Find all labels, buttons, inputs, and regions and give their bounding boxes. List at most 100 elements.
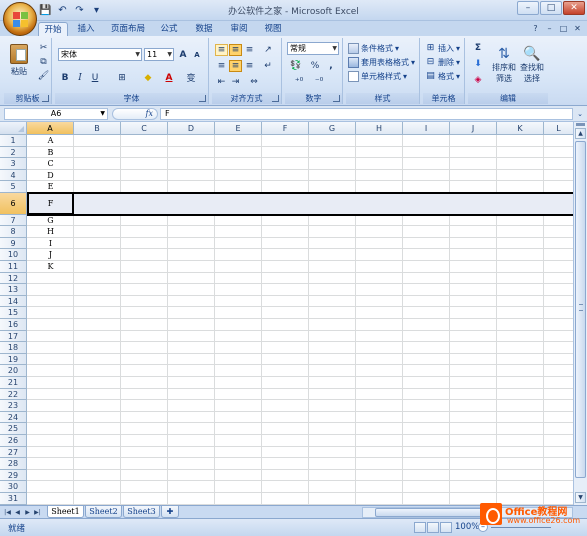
first-sheet-icon[interactable]: |◀ [3, 507, 12, 518]
minimize-button[interactable]: – [517, 1, 539, 15]
cell-a11[interactable]: K [27, 261, 74, 273]
help-icon[interactable]: ? [530, 23, 541, 34]
active-cell[interactable] [27, 192, 74, 215]
wrap-text-icon[interactable]: ↵ [259, 60, 277, 72]
row-header-11[interactable]: 11 [0, 261, 27, 273]
column-header-d[interactable]: D [168, 122, 215, 135]
tab-page-layout[interactable]: 页面布局 [107, 22, 149, 36]
fx-icon[interactable]: fx [146, 109, 153, 119]
cut-icon[interactable]: ✂ [38, 42, 49, 53]
currency-icon[interactable]: 💱 [287, 60, 305, 72]
cell-a7[interactable]: G [27, 215, 74, 227]
row-header-21[interactable]: 21 [0, 377, 27, 389]
cell-a3[interactable]: C [27, 158, 74, 170]
row-header-20[interactable]: 20 [0, 365, 27, 377]
font-color-button[interactable]: A [161, 71, 177, 84]
copy-icon[interactable]: ⧉ [38, 56, 49, 67]
page-layout-view-icon[interactable] [427, 522, 439, 533]
align-bottom-icon[interactable]: ≡ [243, 44, 256, 56]
clear-icon[interactable]: ◈ [470, 74, 486, 86]
column-header-i[interactable]: I [403, 122, 450, 135]
font-size-select[interactable]: 11 ▼ [144, 48, 174, 61]
sheet-tab-2[interactable]: Sheet2 [85, 506, 122, 518]
column-header-k[interactable]: K [497, 122, 544, 135]
row-header-2[interactable]: 2 [0, 146, 27, 159]
row-header-16[interactable]: 16 [0, 319, 27, 331]
tab-data[interactable]: 数据 [190, 22, 218, 36]
fill-icon[interactable]: ⬇ [470, 58, 486, 70]
autosum-button[interactable]: Σ [470, 42, 486, 54]
doc-minimize-icon[interactable]: – [544, 23, 555, 34]
formula-input[interactable]: F [160, 108, 573, 120]
row-header-27[interactable]: 27 [0, 446, 27, 459]
row-header-10[interactable]: 10 [0, 249, 27, 261]
column-header-f[interactable]: F [262, 122, 309, 135]
align-middle-icon[interactable]: ≡ [229, 44, 242, 56]
orientation-icon[interactable]: ↗ [259, 44, 277, 56]
conditional-format-button[interactable]: 条件格式 ▾ [348, 42, 399, 55]
increase-indent-icon[interactable]: ⇥ [229, 76, 242, 88]
cell-a10[interactable]: J [27, 249, 74, 261]
tab-home[interactable]: 开始 [38, 22, 68, 36]
tab-review[interactable]: 审阅 [225, 22, 253, 36]
zoom-level[interactable]: 100% [455, 522, 479, 532]
next-sheet-icon[interactable]: ▶ [23, 507, 32, 518]
sheet-tab-3[interactable]: Sheet3 [123, 506, 160, 518]
row-header-26[interactable]: 26 [0, 435, 27, 447]
doc-restore-icon[interactable]: □ [558, 23, 569, 34]
tab-view[interactable]: 视图 [259, 22, 287, 36]
sheet-tab-1[interactable]: Sheet1 [47, 506, 84, 518]
delete-cells-button[interactable]: ⊟ 删除 ▾ [425, 56, 460, 69]
row-header-18[interactable]: 18 [0, 342, 27, 354]
horizontal-scroll-thumb[interactable] [375, 508, 495, 517]
row-header-24[interactable]: 24 [0, 411, 27, 424]
doc-close-icon[interactable]: ✕ [572, 23, 583, 34]
cell-a8[interactable]: H [27, 226, 74, 238]
percent-button[interactable]: % [309, 60, 321, 72]
increase-decimal-icon[interactable]: ⁺⁰ [291, 76, 307, 88]
row-header-3[interactable]: 3 [0, 158, 27, 170]
shrink-font-button[interactable]: A [191, 48, 203, 61]
merge-center-icon[interactable]: ⇔ [243, 76, 265, 88]
office-button[interactable] [3, 2, 37, 36]
borders-icon[interactable]: ⊞ [113, 71, 131, 84]
grow-font-button[interactable]: A [177, 48, 189, 61]
column-header-g[interactable]: G [309, 122, 356, 135]
vertical-scrollbar[interactable]: ▲ ▼ [573, 122, 587, 505]
number-format-select[interactable]: 常规 ▼ [287, 42, 339, 55]
column-header-h[interactable]: H [356, 122, 403, 135]
column-header-b[interactable]: B [74, 122, 121, 135]
format-as-table-button[interactable]: 套用表格格式 ▾ [348, 56, 415, 69]
column-header-e[interactable]: E [215, 122, 262, 135]
row-header-6[interactable]: 6 [0, 193, 27, 215]
row-header-7[interactable]: 7 [0, 214, 27, 227]
column-header-a[interactable]: A [27, 122, 74, 135]
column-header-c[interactable]: C [121, 122, 168, 135]
row-header-4[interactable]: 4 [0, 169, 27, 182]
row-header-22[interactable]: 22 [0, 388, 27, 401]
column-header-l[interactable]: L [544, 122, 573, 135]
row-header-28[interactable]: 28 [0, 458, 27, 470]
row-header-25[interactable]: 25 [0, 423, 27, 435]
align-top-icon[interactable]: ≡ [215, 44, 228, 56]
cell-styles-button[interactable]: 单元格样式 ▾ [348, 70, 407, 83]
tab-insert[interactable]: 插入 [72, 22, 100, 36]
row-header-8[interactable]: 8 [0, 226, 27, 238]
maximize-button[interactable]: □ [540, 1, 562, 15]
row-header-30[interactable]: 30 [0, 481, 27, 493]
row-header-23[interactable]: 23 [0, 400, 27, 412]
cell-a9[interactable]: I [27, 238, 74, 250]
bold-button[interactable]: B [59, 71, 71, 84]
row-header-17[interactable]: 17 [0, 330, 27, 343]
align-left-icon[interactable]: ≡ [215, 60, 228, 72]
number-launcher-icon[interactable] [333, 95, 340, 102]
last-sheet-icon[interactable]: ▶| [33, 507, 42, 518]
paste-button[interactable]: 粘贴 [7, 40, 31, 80]
format-cells-button[interactable]: ▤ 格式 ▾ [425, 70, 460, 83]
cell-a1[interactable]: A [27, 135, 74, 147]
comma-button[interactable]: , [325, 60, 337, 72]
cell-a4[interactable]: D [27, 170, 74, 182]
column-header-j[interactable]: J [450, 122, 497, 135]
split-handle[interactable] [576, 123, 585, 126]
name-box[interactable]: A6 ▼ [4, 108, 108, 120]
